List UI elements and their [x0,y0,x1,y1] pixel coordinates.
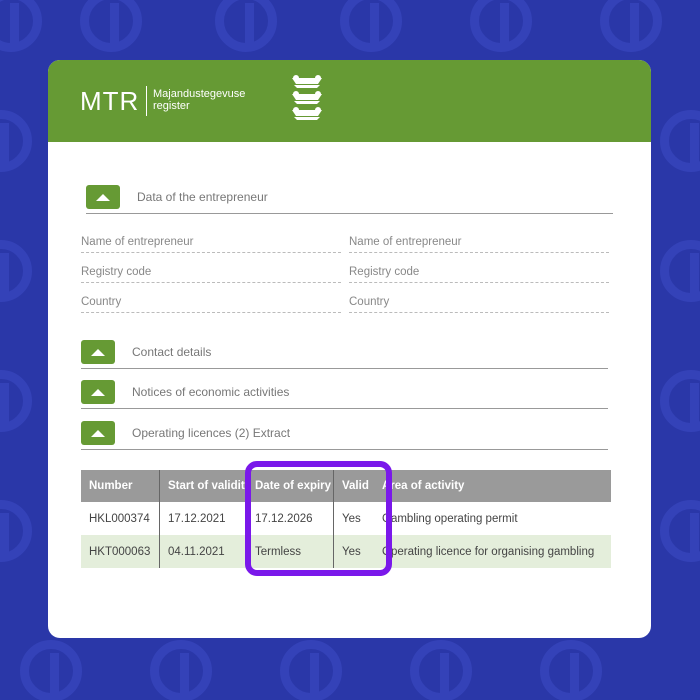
brand-mark-icon [0,110,32,172]
brand-mark-icon [660,370,700,432]
cell-area: Gambling operating permit [382,512,518,525]
section-label: Operating licences (2) Extract [132,426,291,440]
cell-number: HKT000063 [81,535,160,568]
brand-mark-icon [150,640,212,700]
column-header-number[interactable]: Number [81,470,160,502]
section-contact[interactable]: Contact details [81,340,211,364]
section-label: Notices of economic activities [132,385,290,399]
collapse-toggle-button[interactable] [81,380,115,404]
collapse-toggle-button[interactable] [81,421,115,445]
brand-mark-icon [340,0,402,52]
logo-mtr[interactable]: MTR [80,86,139,117]
section-notices[interactable]: Notices of economic activities [81,380,289,404]
logo-sub-line2: register [153,100,190,112]
brand-mark-icon [660,110,700,172]
field-name-left: Name of entrepreneur [81,236,341,253]
brand-mark-icon [0,370,32,432]
highlight-box [245,461,392,576]
chevron-up-icon [96,193,110,201]
brand-mark-icon [0,500,32,562]
column-header-start[interactable]: Start of validity [160,470,247,502]
section-entrepreneur[interactable]: Data of the entrepreneur [86,185,268,209]
section-licences[interactable]: Operating licences (2) Extract [81,421,290,445]
collapse-toggle-button[interactable] [86,185,120,209]
header-bar: MTR Majandustegevuse register [48,60,651,142]
brand-mark-icon [0,240,32,302]
section-label: Data of the entrepreneur [137,190,268,204]
section-label: Contact details [132,345,212,359]
brand-mark-icon [215,0,277,52]
section-divider [81,449,608,450]
cell-number: HKL000374 [81,502,160,535]
brand-mark-icon [410,640,472,700]
cell-area: Operating licence for organising gamblin… [382,545,595,558]
field-registry-right: Registry code [349,266,609,283]
chevron-up-icon [91,429,105,437]
brand-mark-icon [80,0,142,52]
chevron-up-icon [91,348,105,356]
brand-mark-icon [600,0,662,52]
column-header-area[interactable]: Area of activity [374,470,611,502]
brand-mark-icon [470,0,532,52]
cell-start: 17.12.2021 [168,512,226,525]
section-divider [86,213,613,214]
brand-mark-icon [540,640,602,700]
logo-sub-line1: Majandustegevuse [153,88,246,100]
logo-subtitle: Majandustegevuse register [153,88,245,112]
field-country-left: Country [81,296,341,313]
chevron-up-icon [91,388,105,396]
cell-start: 04.11.2021 [168,545,225,558]
brand-mark-icon [280,640,342,700]
field-name-right: Name of entrepreneur [349,236,609,253]
field-country-right: Country [349,296,609,313]
coat-of-arms-icon [292,75,322,120]
section-divider [81,408,608,409]
collapse-toggle-button[interactable] [81,340,115,364]
logo-divider [146,86,147,116]
field-registry-left: Registry code [81,266,341,283]
brand-mark-icon [0,0,42,52]
section-divider [81,368,608,369]
brand-mark-icon [660,240,700,302]
register-card: MTR Majandustegevuse register Data of th… [48,60,651,638]
brand-mark-icon [660,500,700,562]
brand-mark-icon [20,640,82,700]
